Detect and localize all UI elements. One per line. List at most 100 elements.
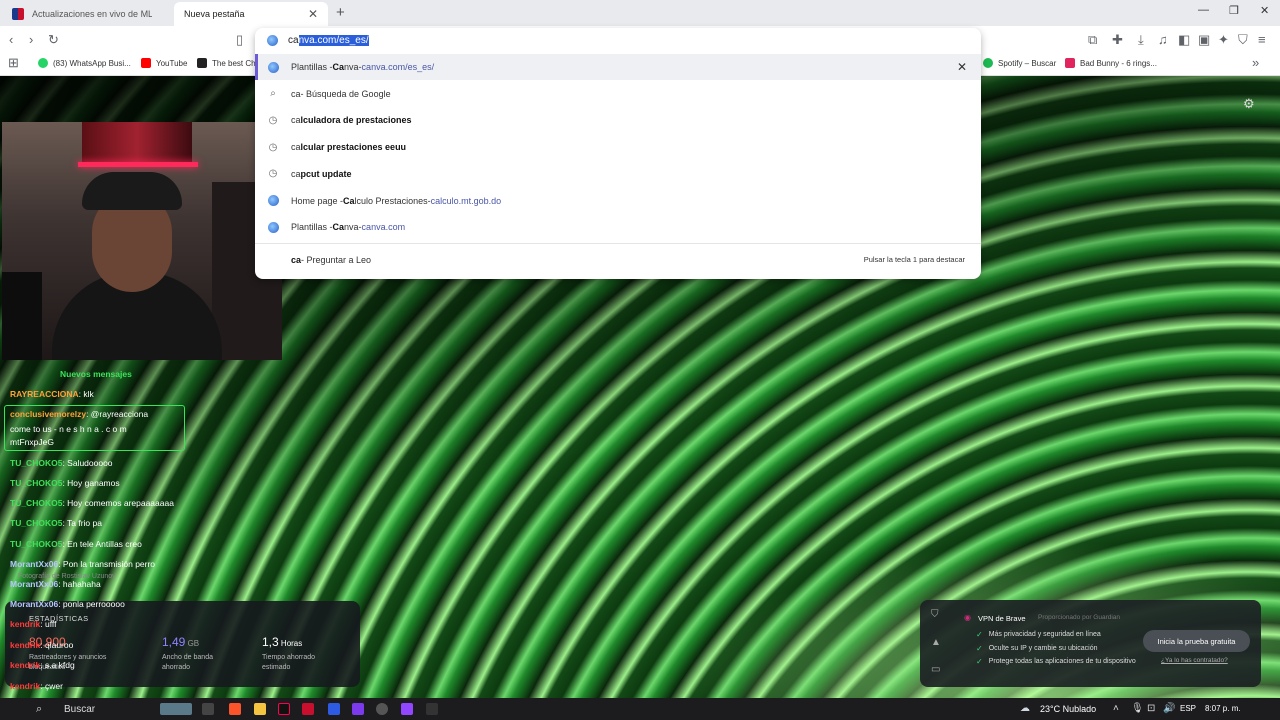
bookmark-whatsapp[interactable]: (83) WhatsApp Busi... [38, 58, 131, 68]
shield-icon[interactable]: ⛉ [931, 609, 939, 620]
restore-icon[interactable]: ❐ [1229, 4, 1239, 17]
puzzle-icon[interactable]: ✚ [1112, 32, 1123, 48]
chat-text: : qlauroo [40, 640, 74, 650]
chat-username: MorantXx06 [10, 599, 59, 609]
chat-message: kendrik: qlauroo [10, 640, 73, 650]
discord-icon[interactable] [352, 703, 364, 715]
search-icon: ⌕ [270, 88, 276, 100]
vpn-feature: ✓ Oculte su IP y cambie su ubicación [976, 644, 1098, 653]
apps-grid-icon[interactable]: ⊞ [8, 55, 19, 71]
weather-widget[interactable]: 23°C Nublado [1040, 704, 1096, 714]
brave-icon[interactable] [229, 703, 241, 715]
widget-icon[interactable] [160, 703, 192, 715]
history-icon: ◷ [268, 114, 278, 126]
suggestion-item[interactable]: ◷ ca lcular prestaciones eeuu [255, 134, 981, 160]
app-icon[interactable] [328, 703, 340, 715]
bookmark-bad-bunny[interactable]: Bad Bunny - 6 rings... [1065, 58, 1157, 68]
taskbar-search[interactable]: Buscar [64, 704, 95, 715]
suggestion-item[interactable]: Plantillas - Ca nva - ca nva.com [255, 214, 981, 240]
bookmark-spotify[interactable]: Spotify – Buscar [983, 58, 1056, 68]
sidebar-icon[interactable]: ◧ [1178, 32, 1190, 48]
bookmark-label: YouTube [156, 58, 188, 68]
chat-username: MorantXx06 [10, 579, 59, 589]
vpn-feature: ✓ Protege todas las aplicaciones de tu di… [976, 657, 1136, 666]
mlb-favicon-icon [12, 8, 24, 20]
suggestion-item[interactable]: ◷ ca pcut update [255, 161, 981, 187]
chat-username: RAYREACCIONA [10, 389, 79, 399]
vpn-provider: Proporcionado por Guardian [1038, 614, 1121, 621]
youtube-icon [141, 58, 151, 68]
search-icon[interactable]: ⌕ [36, 703, 42, 716]
alert-icon[interactable]: ▲ [931, 637, 941, 648]
network-icon[interactable]: ⊡ [1147, 703, 1155, 714]
more-bookmarks-icon[interactable]: » [1252, 55, 1259, 70]
chat-username: TU_CHOKO5 [10, 539, 63, 549]
chat-message: kendrik: çwer [10, 681, 63, 691]
chat-text: : s.a kfdg [40, 660, 75, 670]
close-window-icon[interactable]: ✕ [1260, 4, 1269, 17]
chat-username: TU_CHOKO5 [10, 498, 63, 508]
minimize-icon[interactable]: — [1198, 4, 1209, 16]
chat-message: MorantXx06: ponla perrooooo [10, 599, 125, 609]
tab-mlb[interactable]: Actualizaciones en vivo de MLB Gam [2, 2, 162, 26]
gear-icon[interactable]: ⚙ [1243, 96, 1255, 112]
remove-suggestion-icon[interactable]: ✕ [957, 60, 967, 74]
chat-text: : Pon la transmisión perro [58, 559, 156, 569]
check-icon: ✓ [976, 644, 983, 653]
microphone-icon [2, 272, 42, 360]
obs-icon[interactable] [376, 703, 388, 715]
chat-text: : ponla perrooooo [58, 599, 125, 609]
chat-message: RAYREACCIONA: klk [10, 389, 94, 399]
volume-icon[interactable]: 🔊 [1163, 703, 1175, 714]
task-view-icon[interactable] [202, 703, 214, 715]
address-completion: nva.com/es_es/ [298, 34, 369, 46]
chevron-up-icon[interactable]: ˄ [1113, 703, 1119, 714]
close-tab-icon[interactable]: ✕ [308, 7, 318, 21]
bookmark-label: The best Ch [212, 58, 256, 68]
twitch-icon[interactable] [401, 703, 413, 715]
download-icon[interactable]: ⤓ [1138, 32, 1144, 48]
gear-icon[interactable] [426, 703, 438, 715]
vpn-trial-button[interactable]: Inicia la prueba gratuita [1143, 630, 1250, 652]
menu-icon[interactable]: ≡ [1258, 32, 1266, 47]
address-typed-text: ca [288, 34, 299, 46]
app-icon[interactable] [302, 703, 314, 715]
suggestion-item[interactable]: ⌕ ca - Búsqueda de Google [255, 81, 981, 107]
chat-text: : En tele Antillas creo [62, 539, 142, 549]
vpn-already-subscribed-link[interactable]: ¿Ya lo has contratado? [1161, 657, 1228, 664]
divider [255, 243, 981, 244]
music-icon[interactable]: ♫ [1158, 32, 1168, 47]
card-icon[interactable]: ▭ [931, 664, 940, 675]
bookmark-youtube[interactable]: YouTube [141, 58, 187, 68]
reload-icon[interactable]: ↻ [48, 32, 59, 48]
chat-username: kendrik [10, 640, 41, 650]
shield-icon[interactable]: ⛉ [1238, 32, 1248, 48]
chat-message: conclusivemorelzy: @rayreacciona [10, 409, 148, 419]
forward-icon[interactable]: › [29, 32, 33, 47]
new-tab-button[interactable]: + [336, 4, 345, 21]
suggestion-item[interactable]: ◷ ca lculadora de prestaciones [255, 107, 981, 133]
microphone-icon[interactable]: 🎙 [1131, 703, 1144, 714]
leo-icon[interactable]: ✦ [1218, 32, 1229, 48]
tiktok-icon[interactable] [278, 703, 290, 715]
address-bar[interactable]: canva.com/es_es/ [255, 28, 981, 52]
chat-message: TU_CHOKO5: Hoy ganamos [10, 478, 120, 488]
tab-new-tab[interactable]: Nueva pestaña ✕ [174, 2, 328, 26]
bookmark-chatgpt[interactable]: The best Ch [197, 58, 256, 68]
back-icon[interactable]: ‹ [9, 32, 13, 47]
bookmark-icon[interactable]: ▯ [236, 32, 243, 48]
suggestion-item[interactable]: Home page - Ca lculo Prestaciones - ca lcu… [255, 188, 981, 214]
chat-username: kendrik [10, 681, 41, 691]
suggestion-item[interactable]: Plantillas - Ca nva - ca nva.com/es_es/✕ [255, 54, 981, 80]
wallet-icon[interactable]: ▣ [1198, 32, 1210, 48]
language-indicator[interactable]: ESP [1180, 704, 1196, 713]
folder-icon[interactable] [254, 703, 266, 715]
chat-username: conclusivemorelzy [10, 409, 87, 419]
chat-message: MorantXx06: Pon la transmisión perro [10, 559, 155, 569]
youtube-icon [1065, 58, 1075, 68]
chat-message: TU_CHOKO5: Saludooooo [10, 458, 113, 468]
extensions-icon[interactable]: ⧉ [1088, 32, 1097, 48]
clock[interactable]: 8:07 p. m. [1205, 704, 1241, 713]
chat-username: MorantXx06 [10, 559, 59, 569]
new-messages-label: Nuevos mensajes [60, 369, 132, 379]
